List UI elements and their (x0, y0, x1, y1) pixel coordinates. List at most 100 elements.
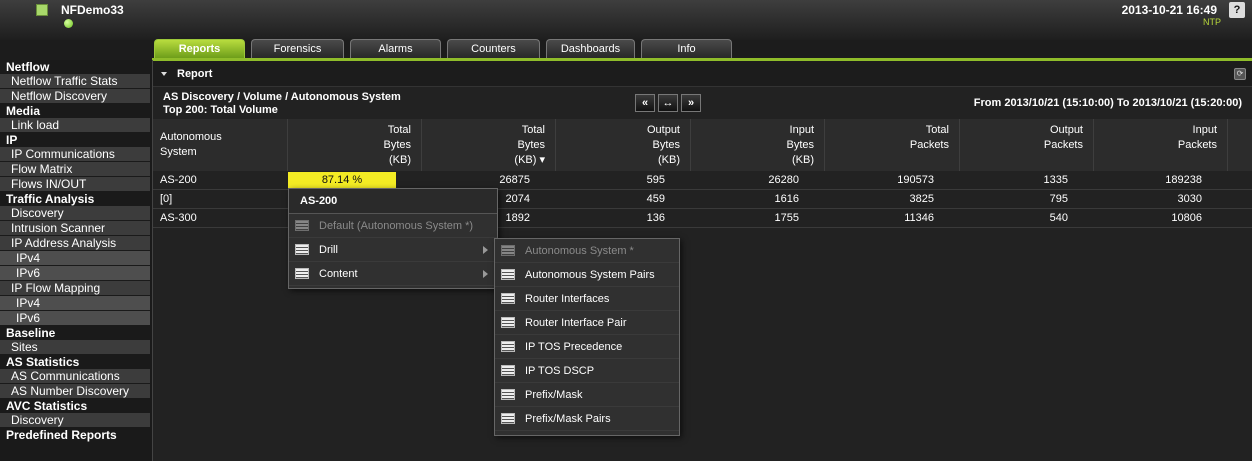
sidebar-group-traffic-analysis[interactable]: Traffic Analysis (0, 192, 152, 206)
submenu-item-autonomous-system-pairs[interactable]: Autonomous System Pairs (495, 263, 679, 287)
sidebar-item-link-load[interactable]: Link load (0, 118, 150, 132)
table-icon (501, 413, 515, 424)
submenu-item-ip-tos-precedence[interactable]: IP TOS Precedence (495, 335, 679, 359)
sidebar-subitem-flow-ipv6[interactable]: IPv6 (0, 311, 150, 325)
submenu-item-router-interfaces[interactable]: Router Interfaces (495, 287, 679, 311)
menu-item-content[interactable]: Content (289, 262, 497, 286)
submenu-item-autonomous-system: Autonomous System * (495, 239, 679, 263)
pct-bar: 87.14 % (288, 172, 396, 188)
menu-item-drill[interactable]: Drill (289, 238, 497, 262)
sidebar-item-intrusion-scanner[interactable]: Intrusion Scanner (0, 221, 150, 235)
sidebar-group-baseline[interactable]: Baseline (0, 326, 152, 340)
sidebar-subitem-ipv6[interactable]: IPv6 (0, 266, 150, 280)
menu-item-label: Prefix/Mask Pairs (525, 413, 611, 425)
tab-reports[interactable]: Reports (154, 39, 245, 59)
prev-button[interactable]: « (635, 94, 655, 112)
submenu-item-ip-tos-dscp[interactable]: IP TOS DSCP (495, 359, 679, 383)
col-header-output-packets[interactable]: Output Packets (960, 119, 1094, 171)
help-button[interactable]: ? (1229, 2, 1245, 18)
cell-as[interactable]: [0] (153, 190, 288, 208)
menu-item-label: Autonomous System Pairs (525, 269, 655, 281)
nav-buttons: « ↔ » (635, 94, 701, 112)
sidebar-item-ip-address-analysis[interactable]: IP Address Analysis (0, 236, 150, 250)
tab-alarms[interactable]: Alarms (350, 39, 441, 59)
tab-info[interactable]: Info (641, 39, 732, 59)
report-section-bar: Report ⟳ (153, 66, 1252, 84)
tab-dashboards[interactable]: Dashboards (546, 39, 635, 59)
report-heading: AS Discovery / Volume / Autonomous Syste… (163, 91, 401, 117)
collapse-triangle-icon[interactable] (161, 72, 167, 76)
sidebar-group-netflow[interactable]: Netflow (0, 60, 152, 74)
cell-output-packets: 1335 (1043, 174, 1068, 186)
sidebar-group-avc-statistics[interactable]: AVC Statistics (0, 399, 152, 413)
sidebar-group-predefined-reports[interactable]: Predefined Reports (0, 428, 152, 442)
chevron-right-icon (483, 246, 488, 254)
breadcrumb: AS Discovery / Volume / Autonomous Syste… (163, 91, 401, 103)
col-header-total-bytes[interactable]: Total Bytes (KB) ▾ (422, 119, 556, 171)
col-header-autonomous-system[interactable]: Autonomous System (153, 119, 288, 171)
submenu-item-router-interface-pair[interactable]: Router Interface Pair (495, 311, 679, 335)
sidebar-item-flows-in-out[interactable]: Flows IN/OUT (0, 177, 150, 191)
cell-pct: 87.14 % (288, 171, 422, 189)
sidebar-item-discovery[interactable]: Discovery (0, 206, 150, 220)
sidebar-subitem-ipv4[interactable]: IPv4 (0, 251, 150, 265)
sidebar-item-as-number-discovery[interactable]: AS Number Discovery (0, 384, 150, 398)
table-icon (295, 220, 309, 231)
cell-total-bytes: 26875 (499, 174, 530, 186)
cell-total-packets: 3825 (909, 193, 934, 205)
sidebar-item-netflow-traffic-stats[interactable]: Netflow Traffic Stats (0, 74, 150, 88)
sidebar-item-netflow-discovery[interactable]: Netflow Discovery (0, 89, 150, 103)
col-header-input-packets[interactable]: Input Packets (1094, 119, 1228, 171)
cell-output-bytes: 136 (646, 212, 665, 224)
chevron-right-icon (483, 270, 488, 278)
sidebar: Netflow Netflow Traffic Stats Netflow Di… (0, 60, 153, 461)
sidebar-item-flow-matrix[interactable]: Flow Matrix (0, 162, 150, 176)
menu-item-label: Drill (319, 244, 338, 256)
table-icon (295, 268, 309, 279)
table-icon (501, 389, 515, 400)
col-header-input-bytes[interactable]: Input Bytes (KB) (691, 119, 825, 171)
cell-total-packets: 11346 (904, 212, 934, 224)
table-icon (501, 341, 515, 352)
menu-item-label: IP TOS DSCP (525, 365, 595, 377)
menu-item-label: Router Interfaces (525, 293, 610, 305)
report-subtitle: Top 200: Total Volume (163, 104, 278, 116)
refresh-icon[interactable]: ⟳ (1234, 68, 1246, 80)
sidebar-group-as-statistics[interactable]: AS Statistics (0, 355, 152, 369)
cell-input-bytes: 1616 (774, 193, 799, 205)
submenu-item-prefix-mask[interactable]: Prefix/Mask (495, 383, 679, 407)
tab-forensics[interactable]: Forensics (251, 39, 344, 59)
tab-counters[interactable]: Counters (447, 39, 540, 59)
cell-input-packets: 189238 (1165, 174, 1202, 186)
context-menu-title: AS-200 (289, 189, 497, 214)
menu-item-label: IP TOS Precedence (525, 341, 623, 353)
sidebar-item-ip-communications[interactable]: IP Communications (0, 147, 150, 161)
app-logo-icon (36, 4, 48, 16)
cell-input-packets: 10806 (1171, 212, 1202, 224)
col-header-total-bytes-pct[interactable]: Total Bytes (KB) (288, 119, 422, 171)
table-icon (501, 293, 515, 304)
cell-as[interactable]: AS-300 (153, 209, 288, 227)
cell-output-packets: 795 (1049, 193, 1068, 205)
col-header-total-packets[interactable]: Total Packets (825, 119, 960, 171)
sidebar-item-sites[interactable]: Sites (0, 340, 150, 354)
sidebar-group-media[interactable]: Media (0, 104, 152, 118)
sidebar-item-avc-discovery[interactable]: Discovery (0, 413, 150, 427)
sidebar-item-ip-flow-mapping[interactable]: IP Flow Mapping (0, 281, 150, 295)
sidebar-item-as-communications[interactable]: AS Communications (0, 369, 150, 383)
status-led-icon (64, 19, 73, 28)
report-section-title[interactable]: Report (177, 68, 212, 80)
table-icon (501, 317, 515, 328)
context-menu: AS-200 Default (Autonomous System *) Dri… (288, 188, 498, 289)
cell-output-bytes: 459 (646, 193, 665, 205)
table-icon (501, 245, 515, 256)
sidebar-subitem-flow-ipv4[interactable]: IPv4 (0, 296, 150, 310)
table-header: Autonomous System Total Bytes (KB) Total… (153, 119, 1252, 171)
submenu-item-prefix-mask-pairs[interactable]: Prefix/Mask Pairs (495, 407, 679, 431)
menu-item-default: Default (Autonomous System *) (289, 214, 497, 238)
sidebar-group-ip[interactable]: IP (0, 133, 152, 147)
col-header-output-bytes[interactable]: Output Bytes (KB) (556, 119, 691, 171)
expand-button[interactable]: ↔ (658, 94, 678, 112)
next-button[interactable]: » (681, 94, 701, 112)
cell-as[interactable]: AS-200 (153, 171, 288, 189)
